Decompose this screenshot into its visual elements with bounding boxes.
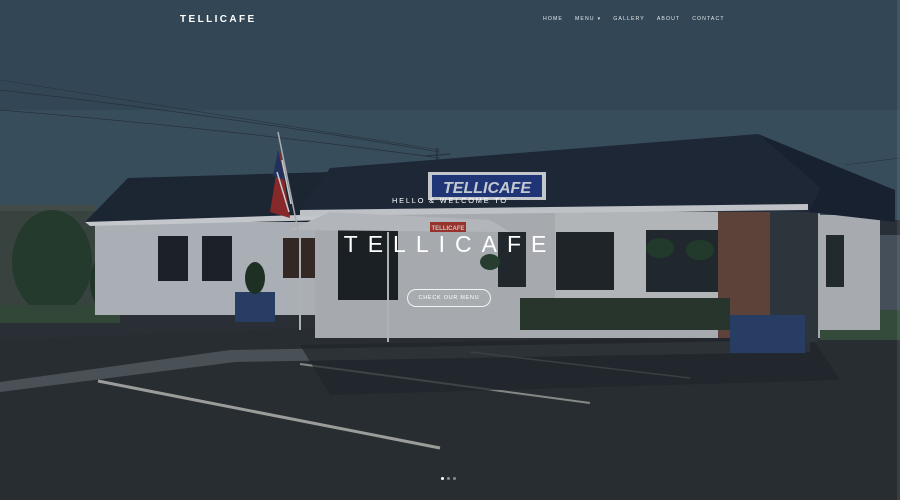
slider-pagination [441,477,456,480]
hero-kicker: HELLO & WELCOME TO [392,196,508,205]
chevron-down-icon: ▾ [597,16,602,22]
nav-item-label: ABOUT [656,16,681,22]
slider-dot[interactable] [441,477,444,480]
check-menu-button[interactable]: CHECK OUR MENU [407,289,491,307]
nav-item-label: GALLERY [613,16,645,22]
main-nav: HOME MENU ▾ GALLERY ABOUT CONTACT [543,16,737,22]
nav-item-gallery[interactable]: GALLERY [613,16,645,22]
nav-item-contact[interactable]: CONTACT [692,16,724,22]
nav-item-about[interactable]: ABOUT [657,16,680,22]
nav-item-label: MENU [574,16,595,22]
top-navigation-bar: TELLICAFE HOME MENU ▾ GALLERY ABOUT CONTA… [0,0,900,40]
nav-item-menu[interactable]: MENU ▾ [575,16,601,22]
brand-logo[interactable]: TELLICAFE [180,14,257,25]
hero-title: TELLICAFE [343,231,557,257]
nav-item-label: CONTACT [692,16,725,22]
slider-dot[interactable] [453,477,456,480]
nav-item-home[interactable]: HOME [543,16,563,22]
nav-item-label: HOME [543,16,563,22]
slider-dot[interactable] [447,477,450,480]
